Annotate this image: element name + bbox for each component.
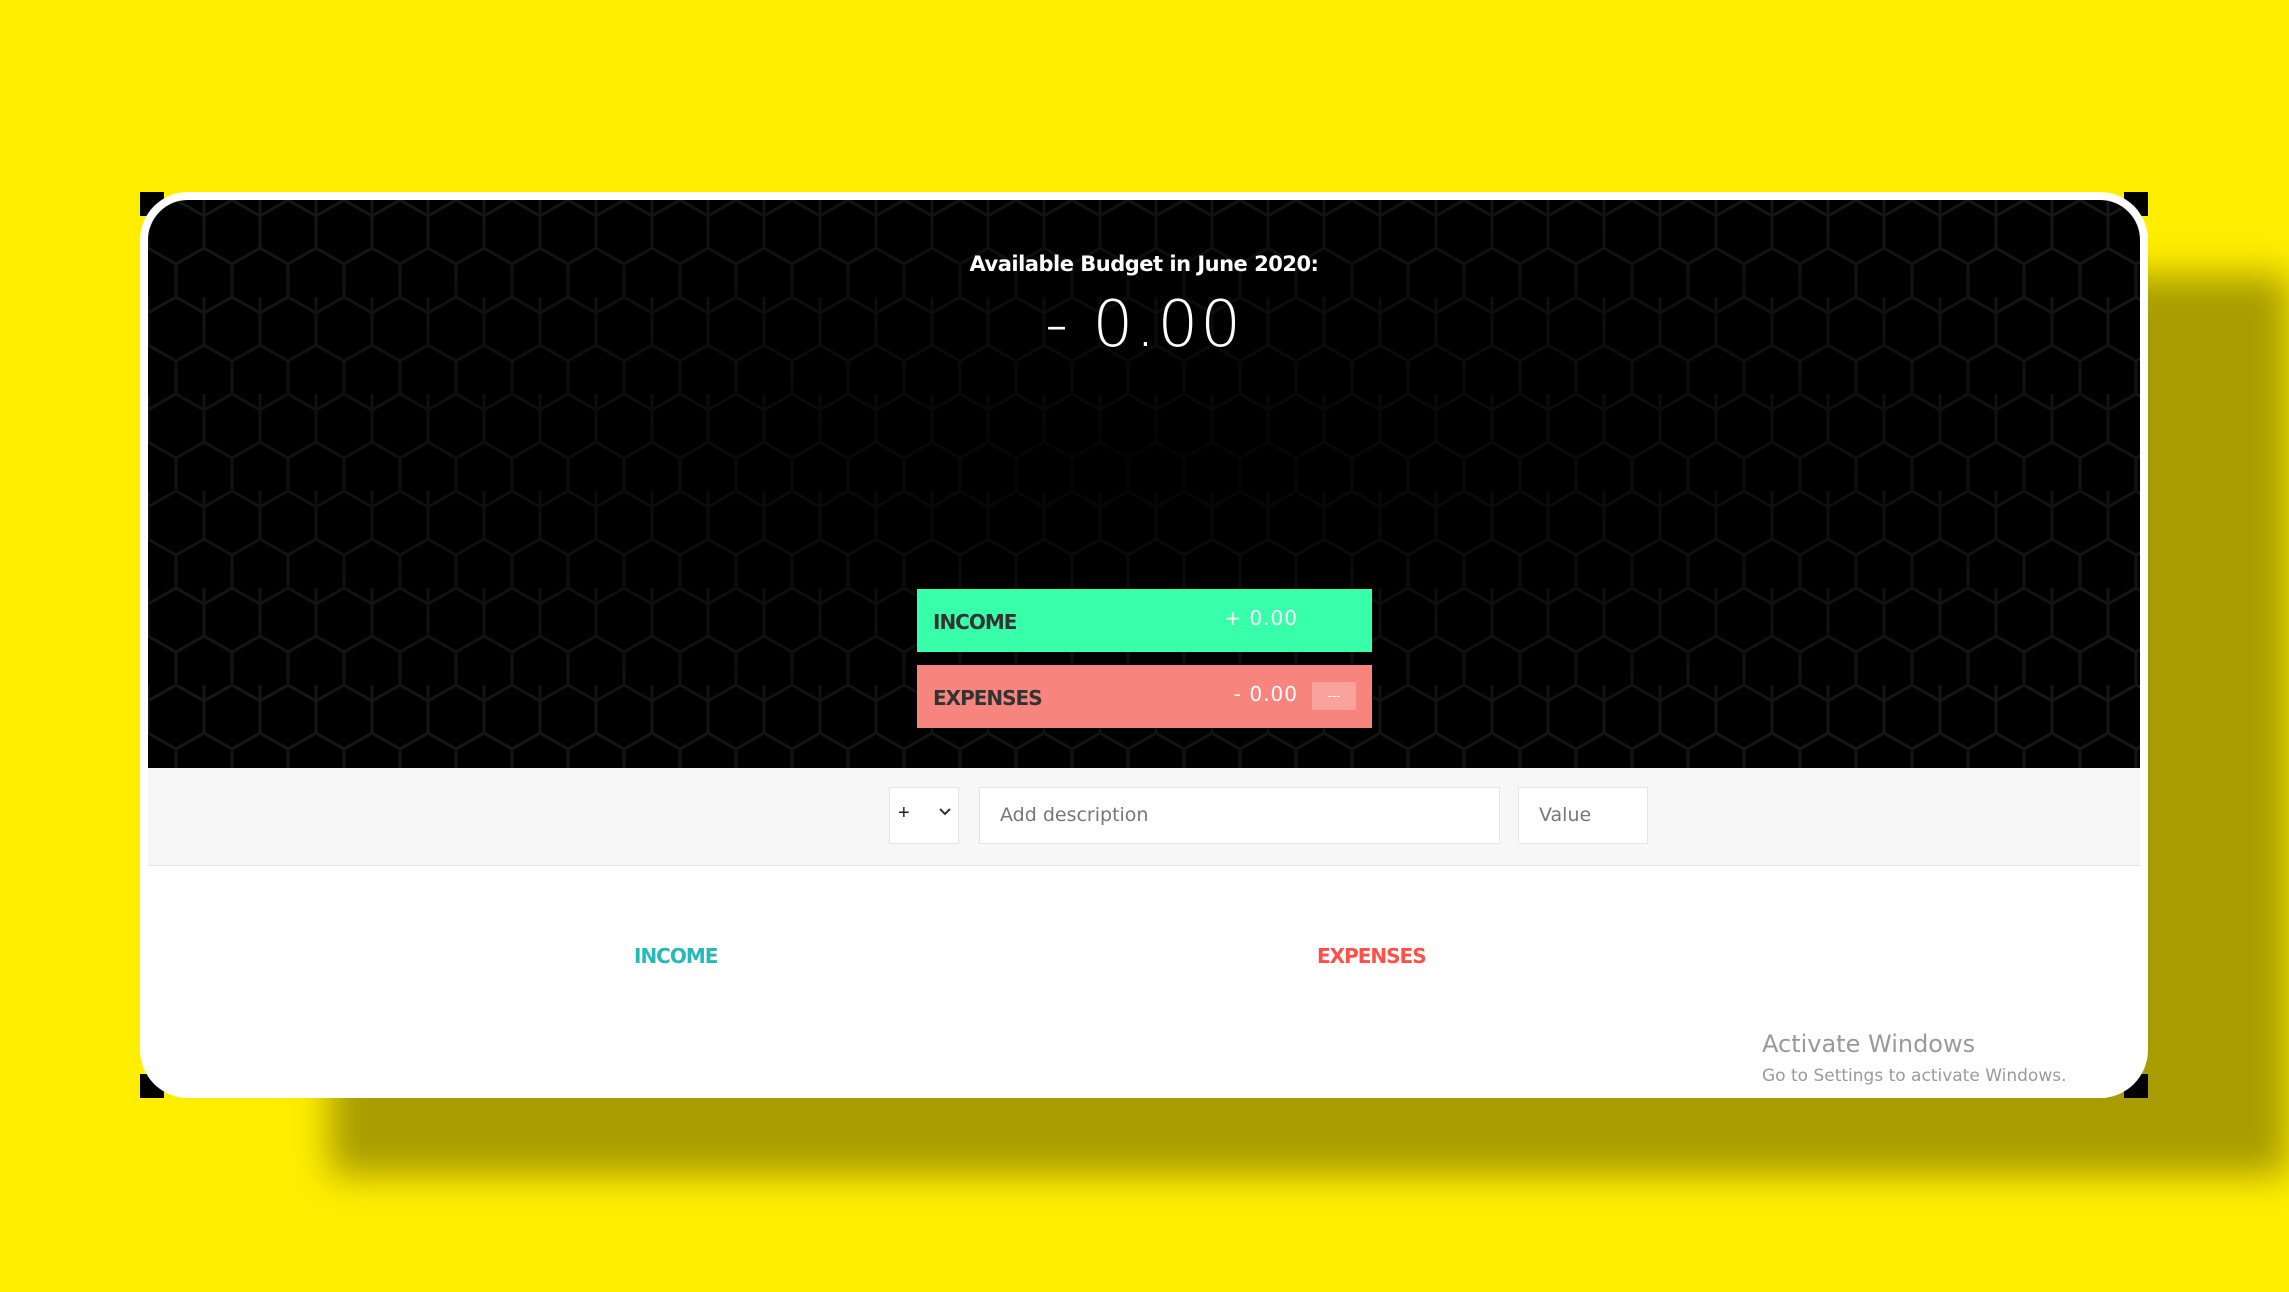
chevron-down-icon: [939, 808, 951, 816]
type-select-value: +: [898, 802, 910, 824]
activate-windows-watermark: Activate Windows Go to Settings to activ…: [1762, 1030, 2067, 1086]
budget-value: - 0.00: [1045, 288, 1243, 362]
type-select[interactable]: +: [889, 787, 959, 844]
expenses-list-title: EXPENSES: [1317, 944, 1427, 968]
expenses-summary-label: EXPENSES: [933, 686, 1043, 710]
watermark-subtitle: Go to Settings to activate Windows.: [1762, 1066, 2067, 1086]
expenses-percentage-badge: ---: [1312, 682, 1356, 710]
budget-app-window: Available Budget in June 2020: - 0.00 IN…: [140, 192, 2148, 1098]
expenses-summary: EXPENSES - 0.00 ---: [917, 665, 1372, 728]
income-summary-value: + 0.00: [1224, 606, 1298, 630]
expenses-summary-value: - 0.00: [1233, 682, 1298, 706]
description-input[interactable]: Add description: [979, 787, 1500, 844]
watermark-title: Activate Windows: [1762, 1030, 1976, 1058]
income-list-title: INCOME: [634, 944, 718, 968]
budget-header: Available Budget in June 2020: - 0.00 IN…: [148, 200, 2140, 768]
budget-title: Available Budget in June 2020:: [969, 252, 1319, 276]
income-summary: INCOME + 0.00: [917, 589, 1372, 652]
income-summary-label: INCOME: [933, 610, 1017, 634]
add-item-bar: + Add description Value: [148, 768, 2140, 866]
value-input[interactable]: Value: [1518, 787, 1648, 844]
